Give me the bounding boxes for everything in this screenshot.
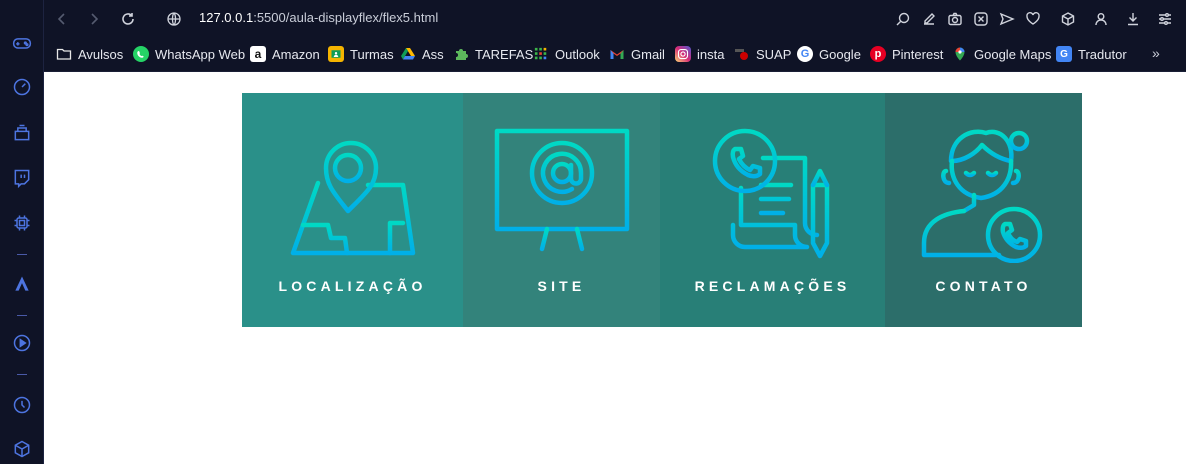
google-icon: G [797,46,813,62]
bookmark-outlook[interactable]: Outlook [533,44,600,64]
player-icon[interactable] [12,333,32,353]
bookmark-whatsapp[interactable]: WhatsApp Web [133,44,245,64]
bookmark-tradutor[interactable]: G Tradutor [1056,44,1127,64]
history-icon[interactable] [12,395,32,415]
bookmark-google[interactable]: G Google [797,44,861,64]
sidebar-divider [17,254,27,255]
bookmark-suap[interactable]: SUAP [734,44,791,64]
download-icon[interactable] [1124,10,1142,28]
bookmark-label: Tradutor [1078,46,1127,62]
bookmark-label: Outlook [555,46,600,62]
drive-icon [400,46,416,62]
url-field[interactable]: 127.0.0.1:5500/aula-displayflex/flex5.ht… [199,10,438,25]
forward-button[interactable] [84,9,104,29]
bookmark-google-maps[interactable]: Google Maps [952,44,1051,64]
sidebar-divider [17,374,27,375]
browser-sidebar [0,0,44,464]
bookmark-label: SUAP [756,46,792,62]
speedometer-icon[interactable] [12,77,32,97]
contact-person-icon [921,129,1042,263]
browser-window: 127.0.0.1:5500/aula-displayflex/flex5.ht… [0,0,1186,464]
bookmark-amazon[interactable]: a Amazon [250,44,320,64]
card-site[interactable]: SITE [463,93,660,327]
bookmark-pinterest[interactable]: p Pinterest [870,44,943,64]
bookmark-turmas[interactable]: Turmas [328,44,394,64]
shop-icon[interactable] [12,123,32,143]
bookmark-insta[interactable]: insta [675,44,724,64]
url-path: :5500/aula-displayflex/flex5.html [253,10,439,25]
bookmark-label: WhatsApp Web [155,46,246,62]
grid-icon [533,46,549,62]
classroom-icon [328,46,344,62]
card-label: CONTATO [935,278,1032,294]
bookmark-label: TAREFAS [475,46,534,62]
complaint-phone-icon [712,128,829,259]
bookmark-gmail[interactable]: Gmail [609,44,665,64]
bookmark-label: Google [819,46,861,62]
card-reclamacoes[interactable]: RECLAMAÇÕES [660,93,885,327]
folder-icon [56,46,72,62]
bookmark-label: Turmas [350,46,394,62]
gmail-icon [609,46,625,62]
zoom-icon[interactable] [894,10,912,28]
chip-icon[interactable] [12,213,32,233]
gamepad-icon[interactable] [12,33,32,53]
card-contato[interactable]: CONTATO [885,93,1082,327]
block-icon[interactable] [972,10,990,28]
bookmark-label: Ass [422,46,444,62]
whatsapp-icon [133,46,149,62]
globe-icon [164,9,184,29]
bookmark-avulsos[interactable]: Avulsos [56,44,123,64]
bookmark-label: Amazon [272,46,320,62]
camera-icon[interactable] [946,10,964,28]
map-pin-icon [290,140,415,256]
address-bar-row: 127.0.0.1:5500/aula-displayflex/flex5.ht… [44,0,1186,37]
monitor-at-icon [494,128,629,253]
maps-icon [952,46,968,62]
translate-icon: G [1056,46,1072,62]
settings-sliders-icon[interactable] [1156,10,1174,28]
bookmarks-overflow-button[interactable]: » [1152,45,1160,61]
url-host: 127.0.0.1 [199,10,254,25]
cards-row: LOCALIZAÇÃO SITE RECLAMAÇÕES CONTATO [242,93,1082,327]
card-label: LOCALIZAÇÃO [278,278,427,294]
card-label: RECLAMAÇÕES [694,278,851,294]
send-icon[interactable] [998,10,1016,28]
bookmark-tarefas[interactable]: TAREFAS [453,44,533,64]
amazon-icon: a [250,46,266,62]
sidebar-divider [17,315,27,316]
bookmark-label: insta [697,46,725,62]
cube-icon[interactable] [12,439,32,459]
bookmarks-bar: Avulsos WhatsApp Web a Amazon Turmas Ass… [44,37,1186,72]
instagram-icon [675,46,691,62]
extensions-cube-icon[interactable] [1059,10,1077,28]
page-content: LOCALIZAÇÃO SITE RECLAMAÇÕES CONTATO [44,72,1186,464]
twitch-icon[interactable] [12,168,32,188]
puzzle-icon [453,46,469,62]
heart-icon[interactable] [1024,10,1042,28]
reload-button[interactable] [118,9,138,29]
bookmark-label: Gmail [631,46,665,62]
suap-icon [734,46,750,62]
bookmark-label: Avulsos [78,46,124,62]
aria-icon[interactable] [12,274,32,294]
edit-icon[interactable] [920,10,938,28]
card-label: SITE [537,278,586,294]
card-localizacao[interactable]: LOCALIZAÇÃO [242,93,463,327]
bookmark-ass[interactable]: Ass [400,44,444,64]
bookmark-label: Pinterest [892,46,944,62]
profile-icon[interactable] [1092,10,1110,28]
pinterest-icon: p [870,46,886,62]
bookmark-label: Google Maps [974,46,1052,62]
back-button[interactable] [52,9,72,29]
